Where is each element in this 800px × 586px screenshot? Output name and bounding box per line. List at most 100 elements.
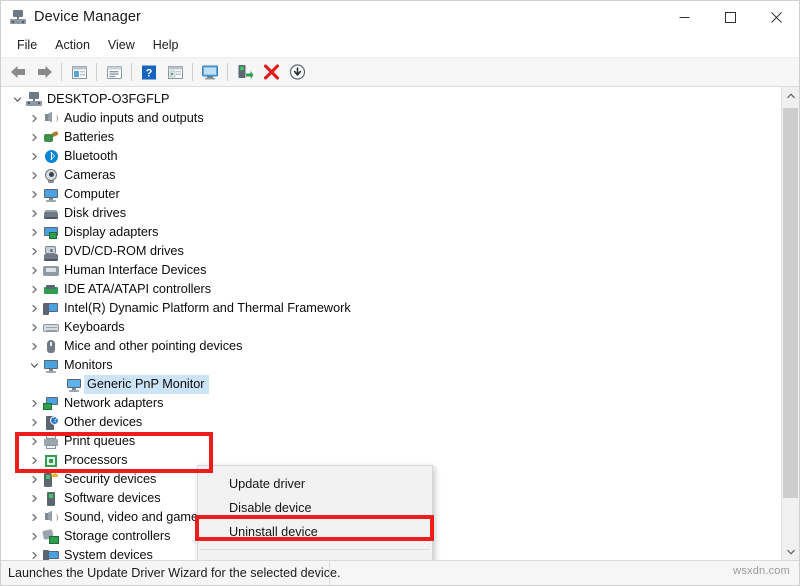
uninstall-device-icon[interactable] xyxy=(258,60,284,84)
help-icon[interactable]: ? xyxy=(136,60,162,84)
status-text: Launches the Update Driver Wizard for th… xyxy=(1,566,341,580)
tree-item-label: Disk drives xyxy=(61,204,130,223)
tree-item-human-interface-devices[interactable]: Human Interface Devices xyxy=(1,261,781,280)
show-hidden-devices-icon[interactable] xyxy=(66,60,92,84)
tree-item-bluetooth[interactable]: Bluetooth xyxy=(1,147,781,166)
window-title: Device Manager xyxy=(34,9,141,25)
tree-item-audio-inputs-and-outputs[interactable]: Audio inputs and outputs xyxy=(1,109,781,128)
tree-item-label: Software devices xyxy=(61,489,165,508)
chevron-right-icon[interactable] xyxy=(28,323,41,332)
tree-item-generic-pnp-monitor[interactable]: Generic PnP Monitor xyxy=(1,375,781,394)
chevron-right-icon[interactable] xyxy=(28,152,41,161)
context-menu-item-uninstall-device[interactable]: Uninstall device xyxy=(198,520,432,544)
tree-item-disk-drives[interactable]: Disk drives xyxy=(1,204,781,223)
scrollbar-track[interactable] xyxy=(782,104,799,543)
scroll-down-icon[interactable] xyxy=(782,543,799,560)
chevron-right-icon[interactable] xyxy=(28,266,41,275)
back-icon[interactable] xyxy=(5,60,31,84)
disk-drive-icon xyxy=(41,206,61,222)
speaker-icon xyxy=(41,111,61,127)
forward-icon[interactable] xyxy=(31,60,57,84)
context-menu-item-scan-for-hardware-changes[interactable]: Scan for hardware changes xyxy=(198,555,432,560)
chevron-right-icon[interactable] xyxy=(28,209,41,218)
title-bar: Device Manager xyxy=(1,1,799,33)
tree-item-keyboards[interactable]: Keyboards xyxy=(1,318,781,337)
tree-item-intel-dynamic-platform[interactable]: Intel(R) Dynamic Platform and Thermal Fr… xyxy=(1,299,781,318)
scrollbar-thumb[interactable] xyxy=(783,108,798,498)
toolbar-separator xyxy=(61,63,62,81)
chevron-right-icon[interactable] xyxy=(28,456,41,465)
tree-item-print-queues[interactable]: Print queues xyxy=(1,432,781,451)
chevron-right-icon[interactable] xyxy=(28,228,41,237)
scroll-up-icon[interactable] xyxy=(782,87,799,104)
dvd-drive-icon xyxy=(41,244,61,260)
tree-item-label: Intel(R) Dynamic Platform and Thermal Fr… xyxy=(61,299,355,318)
scan-hardware-changes-icon[interactable] xyxy=(162,60,188,84)
storage-controller-icon xyxy=(41,529,61,545)
toolbar-separator xyxy=(131,63,132,81)
maximize-button[interactable] xyxy=(707,1,753,33)
menu-action[interactable]: Action xyxy=(46,35,99,55)
tree-item-label: Processors xyxy=(61,451,131,470)
chevron-right-icon[interactable] xyxy=(28,494,41,503)
close-button[interactable] xyxy=(753,1,799,33)
camera-icon xyxy=(41,168,61,184)
hid-icon xyxy=(41,263,61,279)
chevron-right-icon[interactable] xyxy=(28,285,41,294)
chevron-right-icon[interactable] xyxy=(28,304,41,313)
tree-item-label: Display adapters xyxy=(61,223,163,242)
tree-item-display-adapters[interactable]: Display adapters xyxy=(1,223,781,242)
tree-item-dvd-cd-rom-drives[interactable]: DVD/CD-ROM drives xyxy=(1,242,781,261)
tree-item-other-devices[interactable]: Other devices xyxy=(1,413,781,432)
device-tree[interactable]: DESKTOP-O3FGFLP Audio inputs and outputs xyxy=(1,87,781,560)
chevron-right-icon[interactable] xyxy=(28,114,41,123)
display-adapter-icon xyxy=(41,225,61,241)
chevron-right-icon[interactable] xyxy=(28,171,41,180)
enable-device-icon[interactable] xyxy=(232,60,258,84)
chevron-right-icon[interactable] xyxy=(28,437,41,446)
tree-item-mice-and-other-pointing-devices[interactable]: Mice and other pointing devices xyxy=(1,337,781,356)
processor-icon xyxy=(41,453,61,469)
minimize-button[interactable] xyxy=(661,1,707,33)
watermark: wsxdn.com xyxy=(733,565,790,577)
chevron-right-icon[interactable] xyxy=(28,190,41,199)
chevron-right-icon[interactable] xyxy=(28,342,41,351)
context-menu-item-disable-device[interactable]: Disable device xyxy=(198,496,432,520)
tree-item-network-adapters[interactable]: Network adapters xyxy=(1,394,781,413)
context-menu[interactable]: Update driver Disable device Uninstall d… xyxy=(197,465,433,560)
update-driver-icon[interactable] xyxy=(197,60,223,84)
system-device-icon xyxy=(41,548,61,561)
tree-item-monitors[interactable]: Monitors xyxy=(1,356,781,375)
speaker-icon xyxy=(41,510,61,526)
menu-help[interactable]: Help xyxy=(144,35,188,55)
chevron-right-icon[interactable] xyxy=(28,551,41,560)
chevron-right-icon[interactable] xyxy=(28,247,41,256)
battery-icon xyxy=(41,130,61,146)
device-manager-window: Device Manager File Action View Help xyxy=(0,0,800,586)
menu-file[interactable]: File xyxy=(8,35,46,55)
vertical-scrollbar[interactable] xyxy=(781,87,799,560)
chevron-right-icon[interactable] xyxy=(28,532,41,541)
tree-item-label: Cameras xyxy=(61,166,119,185)
chevron-down-icon[interactable] xyxy=(28,361,41,370)
keyboard-icon xyxy=(41,320,61,336)
tree-item-ide-ata-atapi-controllers[interactable]: IDE ATA/ATAPI controllers xyxy=(1,280,781,299)
bluetooth-icon xyxy=(41,149,61,165)
chevron-down-icon[interactable] xyxy=(11,95,24,104)
tree-item-cameras[interactable]: Cameras xyxy=(1,166,781,185)
chevron-right-icon[interactable] xyxy=(28,513,41,522)
monitor-icon xyxy=(41,358,61,374)
chevron-right-icon[interactable] xyxy=(28,418,41,427)
properties-icon[interactable] xyxy=(101,60,127,84)
menu-view[interactable]: View xyxy=(99,35,144,55)
chevron-right-icon[interactable] xyxy=(28,475,41,484)
tree-item-root[interactable]: DESKTOP-O3FGFLP xyxy=(1,90,781,109)
disable-device-icon[interactable] xyxy=(284,60,310,84)
tree-item-computer[interactable]: Computer xyxy=(1,185,781,204)
chevron-right-icon[interactable] xyxy=(28,133,41,142)
tree-item-label: Mice and other pointing devices xyxy=(61,337,246,356)
context-menu-item-update-driver[interactable]: Update driver xyxy=(198,472,432,496)
tree-item-batteries[interactable]: Batteries xyxy=(1,128,781,147)
tree-item-label: Network adapters xyxy=(61,394,167,413)
chevron-right-icon[interactable] xyxy=(28,399,41,408)
